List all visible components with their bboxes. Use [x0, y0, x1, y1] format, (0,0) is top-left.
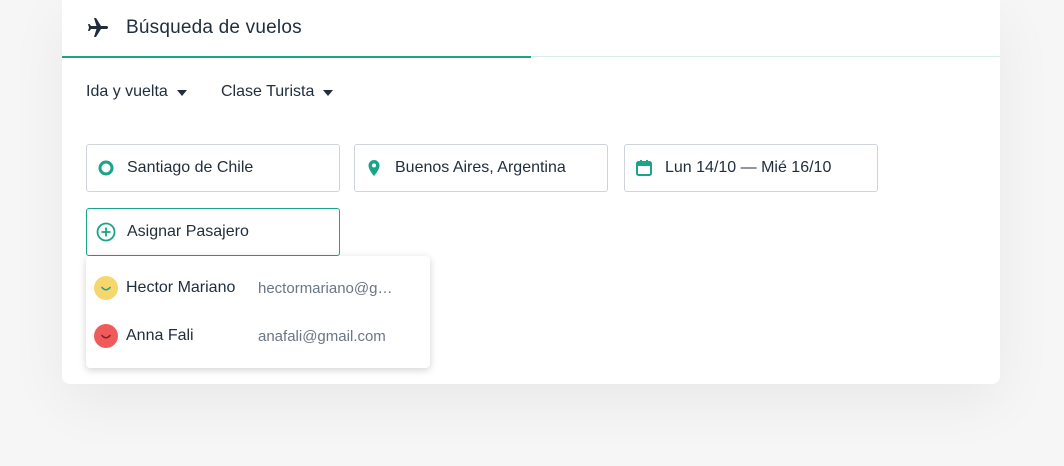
assign-passenger-label: Asignar Pasajero [127, 223, 249, 240]
page: Búsqueda de vuelos Ida y vuelta Clase Tu… [0, 0, 1064, 466]
trip-type-label: Ida y vuelta [86, 83, 168, 100]
passenger-dropdown: Hector Mariano hectormariano@gmail.com A… [86, 256, 430, 368]
passenger-name: Hector Mariano [126, 279, 236, 296]
destination-field[interactable]: Buenos Aires, Argentina [354, 144, 608, 192]
tab-divider [531, 56, 1000, 57]
location-pin-icon [364, 158, 384, 178]
tab-flight-search[interactable]: Búsqueda de vuelos [62, 0, 531, 58]
origin-value: Santiago de Chile [127, 159, 254, 176]
airplane-icon [86, 16, 110, 40]
dates-value: Lun 14/10 — Mié 16/10 [665, 159, 832, 176]
avatar [94, 324, 118, 348]
tab-bar: Búsqueda de vuelos [62, 0, 1000, 58]
passenger-email: hectormariano@gmail.com [258, 279, 400, 297]
caret-down-icon [176, 90, 187, 96]
avatar [94, 276, 118, 300]
tab-title: Búsqueda de vuelos [126, 17, 302, 38]
passenger-name: Anna Fali [126, 327, 194, 344]
add-circle-icon [96, 222, 116, 242]
trip-type-select[interactable]: Ida y vuelta [86, 80, 187, 104]
dates-field[interactable]: Lun 14/10 — Mié 16/10 [624, 144, 878, 192]
passenger-option[interactable]: Anna Fali anafali@gmail.com [86, 312, 430, 360]
assign-passenger-field[interactable]: Asignar Pasajero [86, 208, 340, 256]
passenger-email: anafali@gmail.com [258, 327, 386, 345]
origin-circle-icon [96, 158, 116, 178]
caret-down-icon [323, 90, 334, 96]
origin-field[interactable]: Santiago de Chile [86, 144, 340, 192]
passenger-option[interactable]: Hector Mariano hectormariano@gmail.com [86, 264, 430, 312]
calendar-icon [634, 158, 654, 178]
destination-value: Buenos Aires, Argentina [395, 159, 566, 176]
cabin-class-label: Clase Turista [221, 83, 315, 100]
cabin-class-select[interactable]: Clase Turista [221, 80, 334, 104]
